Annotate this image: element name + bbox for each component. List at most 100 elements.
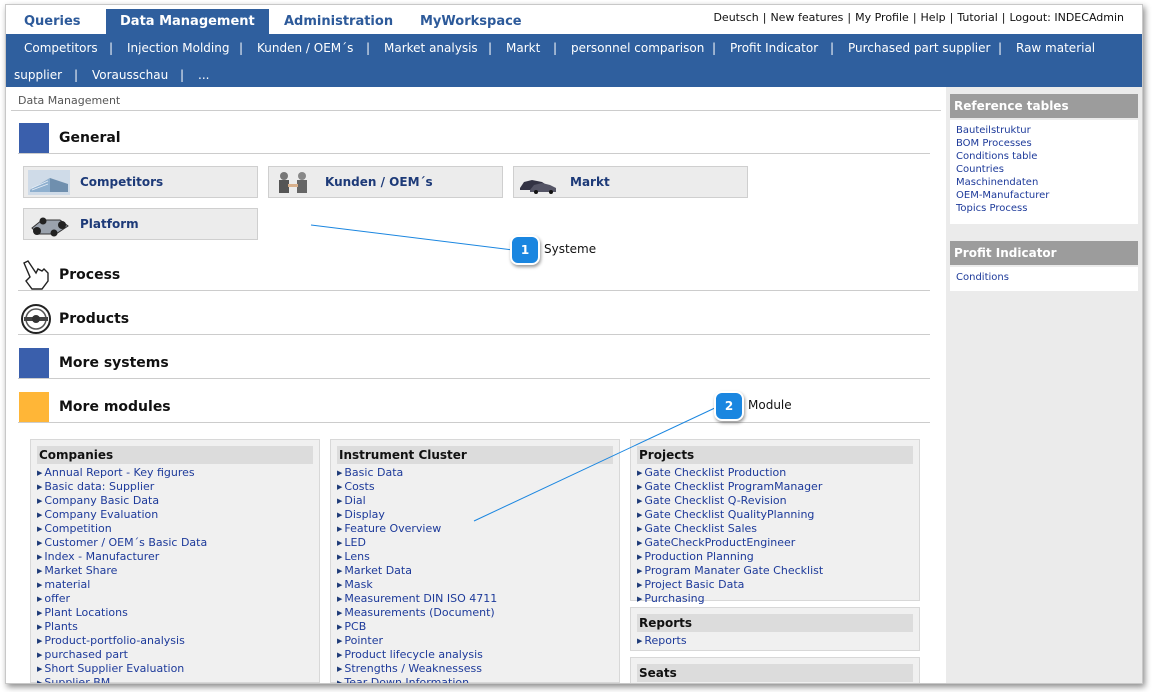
module-link[interactable]: Feature Overview: [337, 522, 497, 536]
tab-myworkspace[interactable]: MyWorkspace: [406, 9, 536, 34]
sidebar-link[interactable]: BOM Processes: [956, 137, 1132, 150]
module-link[interactable]: Competition: [37, 522, 207, 536]
link-help[interactable]: Help: [921, 11, 946, 24]
subnav-purchased-part-supplier[interactable]: Purchased part supplier: [848, 41, 990, 55]
subnav-more[interactable]: ...: [198, 68, 209, 82]
subnav-separator: |: [366, 41, 371, 55]
module-link[interactable]: Annual Report - Key figures: [37, 466, 207, 480]
section-more-systems[interactable]: More systems: [18, 347, 930, 379]
top-links: Deutsch | New features | My Profile | Help | Tut…: [713, 11, 1124, 24]
module-link[interactable]: Production Planning: [637, 550, 823, 564]
module-link[interactable]: LED: [337, 536, 497, 550]
subnav-separator: |: [998, 41, 1003, 55]
subnav-kunden-oem[interactable]: Kunden / OEM´s: [257, 41, 353, 55]
module-link[interactable]: Costs: [337, 480, 497, 494]
sidebar-profit-indicator-title: Profit Indicator: [950, 241, 1138, 265]
module-link[interactable]: purchased part: [37, 648, 207, 662]
module-link[interactable]: Pointer: [337, 634, 497, 648]
module-link[interactable]: Product lifecycle analysis: [337, 648, 497, 662]
module-link[interactable]: Index - Manufacturer: [37, 550, 207, 564]
sidebar-link[interactable]: OEM-Manufacturer: [956, 189, 1132, 202]
sidebar-link[interactable]: Bauteilstruktur: [956, 124, 1132, 137]
module-box-companies: Companies Annual Report - Key figures Ba…: [30, 439, 320, 683]
module-link[interactable]: Gate Checklist QualityPlanning: [637, 508, 823, 522]
subnav-injection-molding[interactable]: Injection Molding: [127, 41, 229, 55]
module-link[interactable]: Measurement DIN ISO 4711: [337, 592, 497, 606]
module-link[interactable]: Product-portfolio-analysis: [37, 634, 207, 648]
module-link[interactable]: Gate Checklist Production: [637, 466, 823, 480]
subnav-raw-material[interactable]: Raw material: [1016, 41, 1095, 55]
link-tutorial[interactable]: Tutorial: [957, 11, 997, 24]
module-link[interactable]: Company Evaluation: [37, 508, 207, 522]
module-link[interactable]: material: [37, 578, 207, 592]
system-tile-markt[interactable]: Markt: [513, 166, 748, 198]
subnav-separator: |: [830, 41, 835, 55]
module-link[interactable]: Reports: [637, 634, 686, 648]
link-deutsch[interactable]: Deutsch: [713, 11, 758, 24]
handshake-icon: [273, 170, 315, 195]
module-link[interactable]: Market Data: [337, 564, 497, 578]
section-more-modules[interactable]: More modules: [18, 391, 930, 423]
module-link[interactable]: Gate Checklist ProgramManager: [637, 480, 823, 494]
callout-2-badge: 2: [714, 391, 744, 421]
module-link[interactable]: Mask: [337, 578, 497, 592]
sidebar-link[interactable]: Maschinendaten: [956, 176, 1132, 189]
sidebar-link[interactable]: Countries: [956, 163, 1132, 176]
subnav-supplier[interactable]: supplier: [14, 68, 62, 82]
module-list-instrument-cluster: Basic Data Costs Dial Display Feature Ov…: [337, 466, 497, 683]
subnav-markt[interactable]: Markt: [506, 41, 540, 55]
tab-data-management[interactable]: Data Management: [106, 9, 269, 34]
tab-administration[interactable]: Administration: [270, 9, 407, 34]
module-link[interactable]: offer: [37, 592, 207, 606]
subnav-profit-indicator[interactable]: Profit Indicator: [730, 41, 818, 55]
module-link[interactable]: Tear Down Information: [337, 676, 497, 683]
chassis-icon: [28, 212, 70, 237]
system-tile-kunden-oem[interactable]: Kunden / OEM´s: [268, 166, 503, 198]
module-link[interactable]: Company Basic Data: [37, 494, 207, 508]
module-link[interactable]: Short Supplier Evaluation: [37, 662, 207, 676]
section-process[interactable]: Process: [18, 259, 930, 291]
module-link[interactable]: Dial: [337, 494, 497, 508]
module-link[interactable]: Display: [337, 508, 497, 522]
module-link[interactable]: Supplier BM: [37, 676, 207, 683]
system-tile-platform[interactable]: Platform: [23, 208, 258, 240]
section-more-modules-title: More modules: [59, 399, 171, 415]
module-link[interactable]: Program Manater Gate Checklist: [637, 564, 823, 578]
module-link[interactable]: Plant Locations: [37, 606, 207, 620]
subnav-vorausschau[interactable]: Vorausschau: [92, 68, 168, 82]
module-link[interactable]: Project Basic Data: [637, 578, 823, 592]
module-link[interactable]: GateCheckProductEngineer: [637, 536, 823, 550]
module-list-companies: Annual Report - Key figures Basic data: …: [37, 466, 207, 683]
sidebar-link[interactable]: Conditions table: [956, 150, 1132, 163]
module-link[interactable]: Lens: [337, 550, 497, 564]
link-my-profile[interactable]: My Profile: [855, 11, 909, 24]
module-link[interactable]: Gate Checklist Sales: [637, 522, 823, 536]
system-tile-competitors[interactable]: Competitors: [23, 166, 258, 198]
module-link[interactable]: Measurements (Document): [337, 606, 497, 620]
section-products[interactable]: Products: [18, 303, 930, 335]
subnav-separator: |: [712, 41, 717, 55]
subnav-competitors[interactable]: Competitors: [24, 41, 98, 55]
sidebar-link[interactable]: Topics Process: [956, 202, 1132, 215]
sidebar-link[interactable]: Conditions: [956, 271, 1132, 284]
link-new-features[interactable]: New features: [770, 11, 843, 24]
module-link[interactable]: Strengths / Weaknessess: [337, 662, 497, 676]
module-link[interactable]: Customer / OEM´s Basic Data: [37, 536, 207, 550]
module-list-reports: Reports: [637, 634, 686, 648]
section-general[interactable]: General: [18, 122, 930, 154]
module-link[interactable]: Basic Data: [337, 466, 497, 480]
link-logout[interactable]: Logout: INDECAdmin: [1010, 11, 1125, 24]
module-link[interactable]: Purchasing: [637, 592, 823, 606]
subnav-personnel-comparison[interactable]: personnel comparison: [571, 41, 704, 55]
module-link[interactable]: Gate Checklist Q-Revision: [637, 494, 823, 508]
subnav-market-analysis[interactable]: Market analysis: [384, 41, 478, 55]
module-link[interactable]: PCB: [337, 620, 497, 634]
tab-queries[interactable]: Queries: [10, 9, 95, 34]
section-more-systems-title: More systems: [59, 355, 169, 371]
module-link[interactable]: Basic data: Supplier: [37, 480, 207, 494]
sidebar-reference-tables-list: Bauteilstruktur BOM Processes Conditions…: [950, 120, 1138, 224]
module-link[interactable]: Market Share: [37, 564, 207, 578]
module-link[interactable]: Plants: [37, 620, 207, 634]
module-title-instrument-cluster: Instrument Cluster: [337, 446, 613, 464]
module-box-instrument-cluster: Instrument Cluster Basic Data Costs Dial…: [330, 439, 620, 683]
